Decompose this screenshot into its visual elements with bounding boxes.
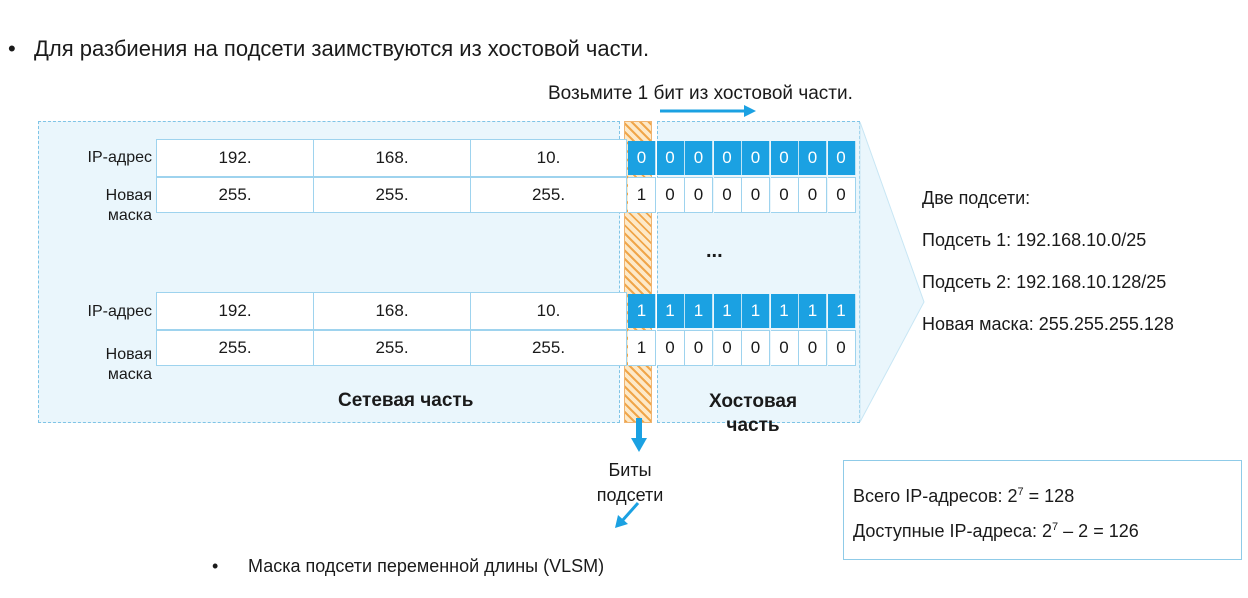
ip-bit-cell: 0	[685, 141, 713, 175]
new-mask-label-line1: Новая	[105, 187, 152, 204]
mask-octet-cell: 255.	[470, 177, 627, 213]
mask-bit-cell: 0	[770, 177, 799, 213]
ip-address-label-2: IP-адрес	[87, 303, 152, 320]
diagonal-arrow-icon	[615, 502, 640, 528]
ip-bit-cell: 0	[628, 141, 656, 175]
ip-octet-cell: 10.	[470, 292, 627, 330]
bullet-icon: •	[8, 36, 16, 61]
new-mask-label-2-line2: маска	[107, 366, 152, 383]
ip-bit-cell: 0	[742, 141, 770, 175]
network-part-label: Сетевая часть	[338, 390, 474, 411]
new-mask-text: Новая маска: 255.255.255.128	[922, 314, 1174, 334]
ip-bit-cell: 1	[685, 294, 713, 328]
total-suffix: = 128	[1023, 486, 1075, 506]
available-suffix: – 2 = 126	[1058, 521, 1139, 541]
ip-bit-cell: 0	[656, 141, 685, 175]
total-addresses-text: Всего IP-адресов: 27 = 128	[853, 486, 1074, 507]
mask-bit-cell: 0	[685, 330, 713, 366]
mask-bit-cell: 0	[656, 177, 685, 213]
mask-octet-cell: 255.	[313, 177, 471, 213]
new-mask-label-line2: маска	[107, 207, 152, 224]
two-subnets-title: Две подсети:	[922, 188, 1031, 208]
ip-octet-cell: 10.	[470, 139, 627, 177]
new-mask-label-2: Новая маска	[40, 345, 152, 385]
mask-bit-cell: 0	[742, 177, 770, 213]
host-part-label-line2: часть	[726, 415, 780, 436]
mask-bit-cell: 1	[628, 330, 656, 366]
mask-bit-cell: 0	[656, 330, 685, 366]
vlsm-text: Маска подсети переменной длины (VLSM)	[248, 556, 605, 576]
mask-bit-cell: 0	[799, 177, 827, 213]
ellipsis: ...	[706, 240, 723, 262]
headline: • Для разбиения на подсети заимствуются и…	[8, 36, 649, 62]
mask-bit-cell: 0	[799, 330, 827, 366]
available-addresses-text: Доступные IP-адреса: 27 – 2 = 126	[853, 521, 1139, 542]
mask-bit-cell: 0	[827, 330, 856, 366]
ip-bit-cell: 1	[656, 294, 685, 328]
mask-bit-cell: 1	[628, 177, 656, 213]
mask-bit-cell: 0	[742, 330, 770, 366]
subnet-2-text: Подсеть 2: 192.168.10.128/25	[922, 272, 1167, 292]
mask-bit-cell: 0	[685, 177, 713, 213]
mask-octet-cell: 255.	[313, 330, 471, 366]
total-prefix: Всего IP-адресов: 2	[853, 486, 1018, 506]
vlsm-bullet: • Маска подсети переменной длины (VLSM)	[212, 556, 604, 577]
ip-bit-cell: 1	[713, 294, 742, 328]
ip-bit-cell: 1	[628, 294, 656, 328]
host-part-label-line1: Хостовая	[708, 391, 798, 412]
new-mask-label-2-line1: Новая	[105, 346, 152, 363]
mask-octet-cell: 255.	[156, 330, 314, 366]
ip-bit-cell: 0	[770, 141, 799, 175]
take-bit-caption: Возьмите 1 бит из хостовой части.	[548, 83, 853, 104]
mask-bit-cell: 0	[827, 177, 856, 213]
ip-bit-cell: 0	[713, 141, 742, 175]
headline-text: Для разбиения на подсети заимствуются из…	[34, 36, 650, 61]
ip-octet-cell: 168.	[313, 139, 471, 177]
right-arrow-icon	[660, 105, 756, 117]
ip-octet-cell: 192.	[156, 139, 314, 177]
address-count-box	[843, 460, 1242, 560]
available-prefix: Доступные IP-адреса: 2	[853, 521, 1053, 541]
host-part-label: Хостовая часть	[698, 390, 808, 438]
down-arrow-icon	[631, 418, 647, 452]
ip-bit-cell: 0	[799, 141, 827, 175]
callout-wedge	[859, 121, 925, 423]
subnet-1-text: Подсеть 1: 192.168.10.0/25	[922, 230, 1147, 250]
ip-octet-cell: 168.	[313, 292, 471, 330]
ip-bit-cell: 0	[827, 141, 856, 175]
mask-bit-cell: 0	[713, 177, 742, 213]
ip-address-label: IP-адрес	[87, 149, 152, 166]
ip-bit-cell: 1	[827, 294, 856, 328]
ip-bit-cell: 1	[770, 294, 799, 328]
mask-bit-cell: 0	[770, 330, 799, 366]
mask-octet-cell: 255.	[470, 330, 627, 366]
ip-bit-cell: 1	[799, 294, 827, 328]
subnet-bits-label-line1: Биты	[608, 460, 652, 480]
bullet-small-icon: •	[212, 556, 219, 576]
new-mask-label: Новая маска	[40, 186, 152, 226]
mask-octet-cell: 255.	[156, 177, 314, 213]
mask-bit-cell: 0	[713, 330, 742, 366]
ip-bit-cell: 1	[742, 294, 770, 328]
ip-octet-cell: 192.	[156, 292, 314, 330]
